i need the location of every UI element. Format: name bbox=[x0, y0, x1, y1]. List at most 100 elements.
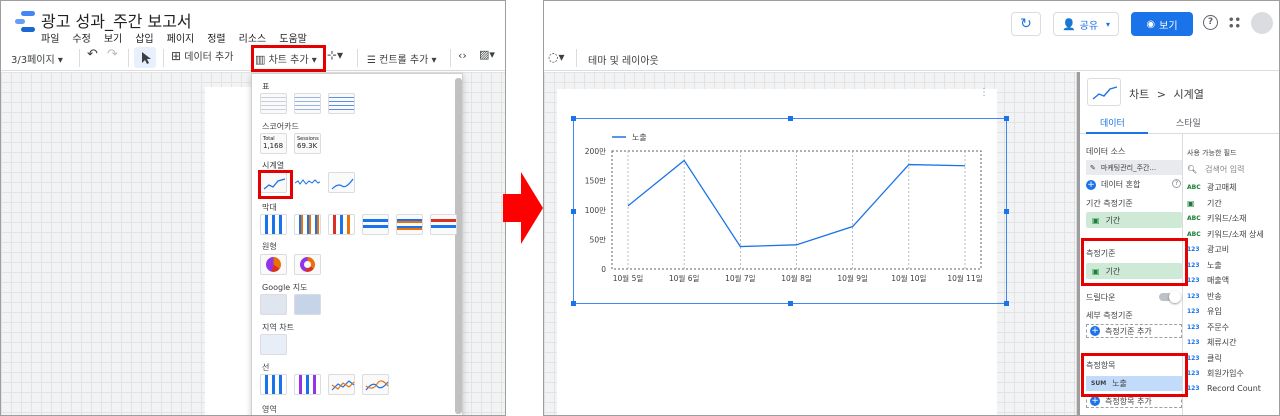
tab-data[interactable]: 데이터 bbox=[1100, 116, 1125, 129]
section-google-maps: Google 지도 bbox=[262, 283, 308, 292]
help-icon[interactable]: ? bbox=[1203, 15, 1218, 30]
tab-style[interactable]: 스타일 bbox=[1176, 116, 1201, 129]
field-item[interactable]: ABC 키워드/소재 상세 bbox=[1187, 229, 1264, 240]
dropdown-scrollbar[interactable] bbox=[455, 78, 462, 414]
menu-arrange[interactable]: 정렬 bbox=[207, 30, 225, 45]
date-dimension-chip[interactable]: ▣ 기간 bbox=[1086, 212, 1182, 228]
embed-code-icon[interactable]: ‹› bbox=[458, 49, 467, 62]
field-item[interactable]: 123 Record Count bbox=[1187, 384, 1261, 393]
field-item[interactable]: 123 체류시간 bbox=[1187, 337, 1236, 348]
calendar-icon: ▣ bbox=[1092, 215, 1100, 225]
view-button[interactable]: ◉ 보기 bbox=[1131, 12, 1193, 36]
available-fields-label: 사용 가능한 필드 bbox=[1187, 149, 1237, 157]
filter-icon: ☰ bbox=[367, 55, 376, 66]
add-dimension-button[interactable]: + 측정기준 추가 bbox=[1086, 324, 1182, 338]
select-tool-icon[interactable] bbox=[134, 47, 156, 68]
field-item[interactable]: 123 주문수 bbox=[1187, 322, 1229, 333]
menu-edit[interactable]: 수정 bbox=[72, 30, 90, 45]
drilldown-toggle[interactable] bbox=[1159, 291, 1181, 303]
avatar[interactable] bbox=[1251, 12, 1273, 34]
column-chart-icon[interactable] bbox=[260, 214, 287, 235]
page-indicator[interactable]: 3/3페이지 ▾ bbox=[11, 51, 63, 66]
line-chart-icon[interactable] bbox=[328, 374, 355, 395]
bar-chart-icon[interactable] bbox=[362, 214, 389, 235]
bubble-map-icon[interactable] bbox=[260, 294, 287, 315]
resize-handle-l[interactable] bbox=[571, 209, 576, 214]
field-name: 반송 bbox=[1207, 291, 1222, 301]
field-name: 광고매체 bbox=[1207, 183, 1237, 192]
menu-view[interactable]: 보기 bbox=[104, 30, 122, 45]
redo-icon[interactable]: ↷ bbox=[107, 47, 118, 62]
add-control-button[interactable]: ☰ 컨트롤 추가 ▾ bbox=[367, 51, 437, 66]
scorecard-sessions[interactable]: Sessions 69.3K bbox=[294, 133, 321, 154]
table-bars-chart-icon[interactable] bbox=[294, 93, 321, 114]
stacked-bar-chart-icon[interactable] bbox=[430, 214, 457, 235]
field-item[interactable]: 123 클릭 bbox=[1187, 353, 1222, 364]
chart-y-tick-label: 100만 bbox=[585, 206, 606, 215]
menu-resource[interactable]: 리소스 bbox=[239, 30, 267, 45]
field-item[interactable]: 123 매출액 bbox=[1187, 275, 1229, 286]
stacked-combo-chart-icon[interactable] bbox=[294, 374, 321, 395]
field-item[interactable]: ABC 광고매체 bbox=[1187, 182, 1236, 193]
field-item[interactable]: 123 노출 bbox=[1187, 260, 1222, 271]
table-chart-icon[interactable] bbox=[260, 93, 287, 114]
section-pie: 원형 bbox=[262, 242, 277, 251]
table-heatmap-chart-icon[interactable] bbox=[328, 93, 355, 114]
time-series-chart[interactable]: 노출 0 50만 100만 150만 200만 10월 5일 10월 6일 10월 7일 10… bbox=[571, 116, 1009, 306]
menu-file[interactable]: 파일 bbox=[41, 30, 59, 45]
undo-icon[interactable]: ↶ bbox=[87, 47, 98, 62]
field-item[interactable]: 123 반송 bbox=[1187, 291, 1222, 302]
resize-handle-bl[interactable] bbox=[571, 301, 576, 306]
smoothed-line-chart-icon[interactable] bbox=[362, 374, 389, 395]
menu-insert[interactable]: 삽입 bbox=[135, 30, 153, 45]
resize-handle-br[interactable] bbox=[1004, 301, 1009, 306]
chart-x-tick-label: 10월 10일 bbox=[891, 273, 926, 283]
resize-handle-tl[interactable] bbox=[571, 116, 576, 121]
scorecard-total[interactable]: Total 1,168 bbox=[260, 133, 287, 154]
chart-type-selector-icon[interactable] bbox=[1087, 78, 1121, 106]
help-circle-icon[interactable]: ? bbox=[1172, 179, 1181, 188]
resize-handle-r[interactable] bbox=[1004, 209, 1009, 214]
chart-x-tick-label: 10월 7일 bbox=[725, 273, 756, 283]
combo-chart-icon[interactable] bbox=[260, 374, 287, 395]
image-icon[interactable]: ▨▾ bbox=[479, 48, 495, 61]
number-type-icon: 123 bbox=[1187, 323, 1200, 331]
sparkline-chart-icon[interactable] bbox=[294, 172, 321, 193]
field-item[interactable]: ABC 키워드/소재 bbox=[1187, 213, 1247, 224]
filled-map-icon[interactable] bbox=[294, 294, 321, 315]
menu-page[interactable]: 페이지 bbox=[167, 30, 195, 45]
add-data-button[interactable]: ⊞ 데이터 추가 bbox=[171, 48, 233, 63]
menu-help[interactable]: 도움말 bbox=[279, 30, 307, 45]
share-button[interactable]: 👤 공유 ▾ bbox=[1053, 12, 1119, 36]
resize-handle-t[interactable] bbox=[788, 116, 793, 121]
refresh-button[interactable]: ↻ bbox=[1011, 12, 1041, 36]
report-title[interactable]: 광고 성과_주간 보고서 bbox=[41, 8, 192, 32]
field-search-input[interactable]: 🔍︎ 검색어 입력 bbox=[1187, 164, 1245, 175]
donut-chart-icon[interactable] bbox=[294, 254, 321, 275]
grouped-column-chart-icon[interactable] bbox=[294, 214, 321, 235]
drilldown-label: 드릴다운 bbox=[1086, 293, 1116, 302]
text-type-icon: ABC bbox=[1187, 184, 1201, 191]
more-options-icon[interactable]: ⋮ bbox=[979, 87, 989, 98]
pie-chart-icon[interactable] bbox=[260, 254, 287, 275]
shape-tool-icon[interactable]: ◌▾ bbox=[548, 50, 565, 64]
field-item[interactable]: ▣ 기간 bbox=[1187, 198, 1222, 209]
stacked-column-chart-icon[interactable] bbox=[328, 214, 355, 235]
data-source-selector[interactable]: ✎ 마케팅관리_주간... bbox=[1086, 160, 1182, 175]
field-item[interactable]: 123 광고비 bbox=[1187, 244, 1229, 255]
smoothed-time-series-chart-icon[interactable] bbox=[328, 172, 355, 193]
editor-after-panel: ↻ 👤 공유 ▾ ◉ 보기 ? ◌▾ 테마 및 레이아웃 ⋮ 노출 0 50만 … bbox=[543, 0, 1280, 416]
report-sheet-edge bbox=[205, 87, 251, 415]
field-item[interactable]: 123 회원가입수 bbox=[1187, 368, 1244, 379]
theme-layout-button[interactable]: 테마 및 레이아웃 bbox=[588, 52, 659, 67]
maps-options bbox=[260, 294, 321, 315]
resize-handle-tr[interactable] bbox=[1004, 116, 1009, 121]
apps-grid-icon[interactable] bbox=[1228, 16, 1241, 29]
community-viz-icon[interactable]: ⊹▾ bbox=[327, 48, 343, 62]
grouped-bar-chart-icon[interactable] bbox=[396, 214, 423, 235]
resize-handle-b[interactable] bbox=[788, 301, 793, 306]
blend-data-button[interactable]: + 데이터 혼합 bbox=[1086, 179, 1140, 190]
tutorial-composite: 광고 성과_주간 보고서 파일 수정 보기 삽입 페이지 정렬 리소스 도움말 … bbox=[0, 0, 1280, 416]
field-item[interactable]: 123 유입 bbox=[1187, 306, 1222, 317]
geo-chart-icon[interactable] bbox=[260, 334, 287, 355]
